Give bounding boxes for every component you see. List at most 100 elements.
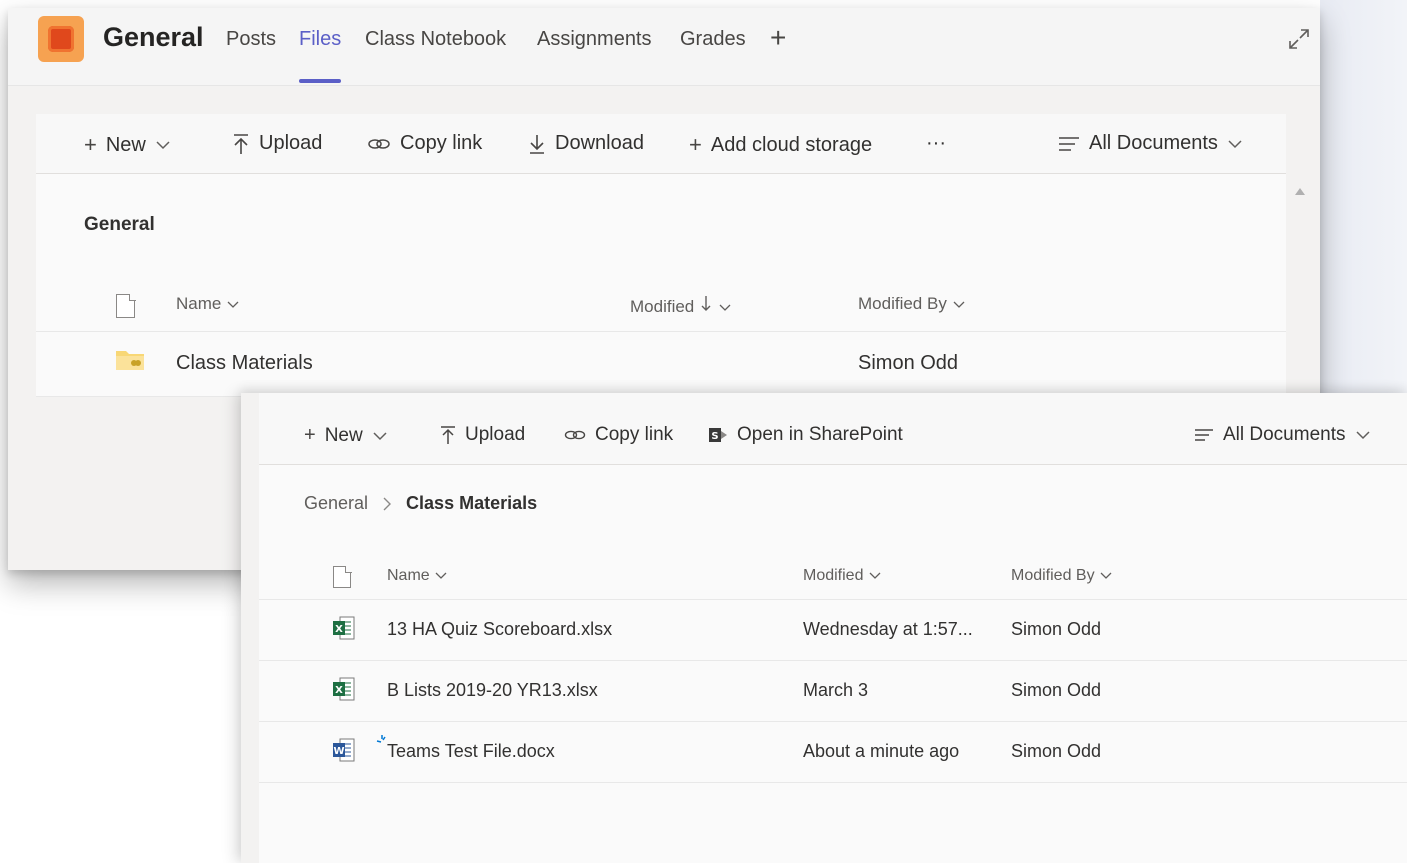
add-cloud-storage-button[interactable]: + Add cloud storage bbox=[689, 132, 872, 158]
tab-grades[interactable]: Grades bbox=[680, 28, 746, 51]
copy-link-button[interactable]: Copy link bbox=[367, 132, 482, 155]
tab-assignments[interactable]: Assignments bbox=[537, 28, 652, 51]
row-divider bbox=[259, 721, 1407, 722]
chevron-down-icon bbox=[435, 572, 447, 579]
svg-text:X: X bbox=[335, 685, 343, 696]
file-name-link[interactable]: B Lists 2019-20 YR13.xlsx bbox=[387, 680, 598, 701]
file-modified: Wednesday at 1:57... bbox=[803, 619, 973, 639]
copy-link-button[interactable]: Copy link bbox=[564, 424, 673, 446]
sort-descending-icon bbox=[701, 296, 711, 311]
upload-icon bbox=[441, 426, 455, 444]
tab-class-notebook[interactable]: Class Notebook bbox=[365, 28, 506, 51]
filter-lines-icon bbox=[1195, 429, 1213, 441]
row-divider bbox=[259, 599, 1407, 600]
download-button[interactable]: Download bbox=[528, 132, 644, 155]
row-divider bbox=[259, 660, 1407, 661]
document-library: + New Upload Copy link S Open in SharePo… bbox=[259, 393, 1407, 863]
file-type-header-icon bbox=[333, 565, 352, 588]
expand-icon[interactable] bbox=[1286, 26, 1312, 52]
background-tint bbox=[1320, 0, 1407, 400]
more-icon: ··· bbox=[926, 132, 946, 154]
svg-text:S: S bbox=[711, 431, 718, 442]
upload-button[interactable]: Upload bbox=[232, 132, 322, 155]
folder-name-link[interactable]: Class Materials bbox=[176, 352, 313, 375]
file-name-link[interactable]: 13 HA Quiz Scoreboard.xlsx bbox=[387, 619, 612, 640]
column-header-modified[interactable]: Modified bbox=[803, 567, 882, 585]
view-selector[interactable]: All Documents bbox=[1194, 424, 1371, 446]
plus-icon: + bbox=[84, 132, 97, 157]
column-header-modified-by[interactable]: Modified By bbox=[858, 294, 966, 314]
team-avatar[interactable] bbox=[38, 16, 84, 62]
open-in-sharepoint-button[interactable]: S Open in SharePoint bbox=[708, 424, 903, 446]
column-header-modified-by[interactable]: Modified By bbox=[1011, 567, 1113, 585]
column-header-name[interactable]: Name bbox=[387, 567, 448, 585]
file-modified-by: Simon Odd bbox=[1011, 619, 1102, 639]
tab-files[interactable]: Files bbox=[299, 28, 341, 51]
chevron-down-icon bbox=[1100, 572, 1112, 579]
add-cloud-storage-label: Add cloud storage bbox=[710, 133, 873, 156]
row-divider bbox=[259, 782, 1407, 783]
column-header-modified[interactable]: Modified bbox=[630, 294, 732, 317]
copy-link-label: Copy link bbox=[400, 132, 483, 154]
download-icon bbox=[530, 134, 544, 154]
excel-file-icon: X bbox=[333, 616, 355, 640]
open-in-sharepoint-label: Open in SharePoint bbox=[737, 424, 903, 445]
breadcrumb: General Class Materials bbox=[304, 493, 537, 514]
upload-label: Upload bbox=[465, 424, 526, 445]
chevron-down-icon bbox=[227, 301, 239, 308]
link-icon bbox=[368, 138, 390, 149]
chevron-down-icon bbox=[869, 572, 881, 579]
filter-lines-icon bbox=[1059, 136, 1079, 151]
copy-link-label: Copy link bbox=[595, 424, 674, 445]
plus-icon: + bbox=[689, 132, 702, 157]
more-options-button[interactable]: ··· bbox=[926, 132, 946, 155]
word-file-icon: W bbox=[333, 738, 355, 762]
active-tab-indicator bbox=[299, 79, 341, 83]
svg-text:W: W bbox=[333, 746, 344, 757]
chevron-down-icon bbox=[373, 431, 387, 440]
channel-title: General bbox=[103, 22, 204, 52]
new-label: New bbox=[324, 424, 363, 446]
view-label: All Documents bbox=[1089, 132, 1218, 154]
add-tab-button[interactable]: + bbox=[770, 22, 786, 54]
column-header-name[interactable]: Name bbox=[176, 294, 240, 314]
upload-icon bbox=[234, 133, 248, 154]
chevron-down-icon bbox=[953, 301, 965, 308]
breadcrumb-parent[interactable]: General bbox=[304, 493, 368, 514]
file-modified: March 3 bbox=[803, 680, 869, 700]
folder-modified-by: Simon Odd bbox=[858, 352, 959, 374]
svg-text:X: X bbox=[335, 624, 343, 635]
chevron-right-icon bbox=[383, 497, 392, 510]
file-modified: About a minute ago bbox=[803, 741, 960, 761]
excel-file-icon: X bbox=[333, 677, 355, 701]
library-title: General bbox=[84, 214, 155, 235]
scroll-up-arrow[interactable] bbox=[1295, 188, 1305, 195]
new-button[interactable]: + New bbox=[84, 132, 171, 158]
plus-icon: + bbox=[304, 424, 316, 446]
file-modified-by: Simon Odd bbox=[1011, 741, 1102, 761]
download-label: Download bbox=[555, 132, 644, 154]
chevron-down-icon bbox=[1355, 431, 1370, 440]
link-icon bbox=[564, 430, 586, 440]
chevron-down-icon bbox=[1228, 139, 1242, 148]
new-button[interactable]: + New bbox=[304, 424, 388, 447]
tab-posts[interactable]: Posts bbox=[226, 28, 276, 51]
upload-button[interactable]: Upload bbox=[440, 424, 525, 446]
command-bar: + New Upload Copy link S Open in SharePo… bbox=[259, 393, 1407, 465]
document-library: + New Upload Copy link Download + Add cl… bbox=[36, 114, 1286, 397]
chevron-down-icon bbox=[719, 304, 731, 311]
row-divider bbox=[36, 331, 1286, 332]
file-type-header-icon bbox=[116, 293, 136, 318]
breadcrumb-current: Class Materials bbox=[406, 493, 538, 513]
chevron-down-icon bbox=[156, 141, 170, 150]
view-label: All Documents bbox=[1223, 424, 1346, 445]
upload-label: Upload bbox=[259, 132, 323, 154]
command-bar: + New Upload Copy link Download + Add cl… bbox=[36, 114, 1286, 174]
class-materials-window: + New Upload Copy link S Open in SharePo… bbox=[241, 393, 1407, 863]
file-name-link[interactable]: Teams Test File.docx bbox=[387, 741, 555, 762]
new-label: New bbox=[105, 133, 146, 156]
view-selector[interactable]: All Documents bbox=[1058, 132, 1243, 155]
sharepoint-icon: S bbox=[709, 428, 727, 442]
shared-folder-icon bbox=[116, 351, 144, 370]
file-modified-by: Simon Odd bbox=[1011, 680, 1102, 700]
